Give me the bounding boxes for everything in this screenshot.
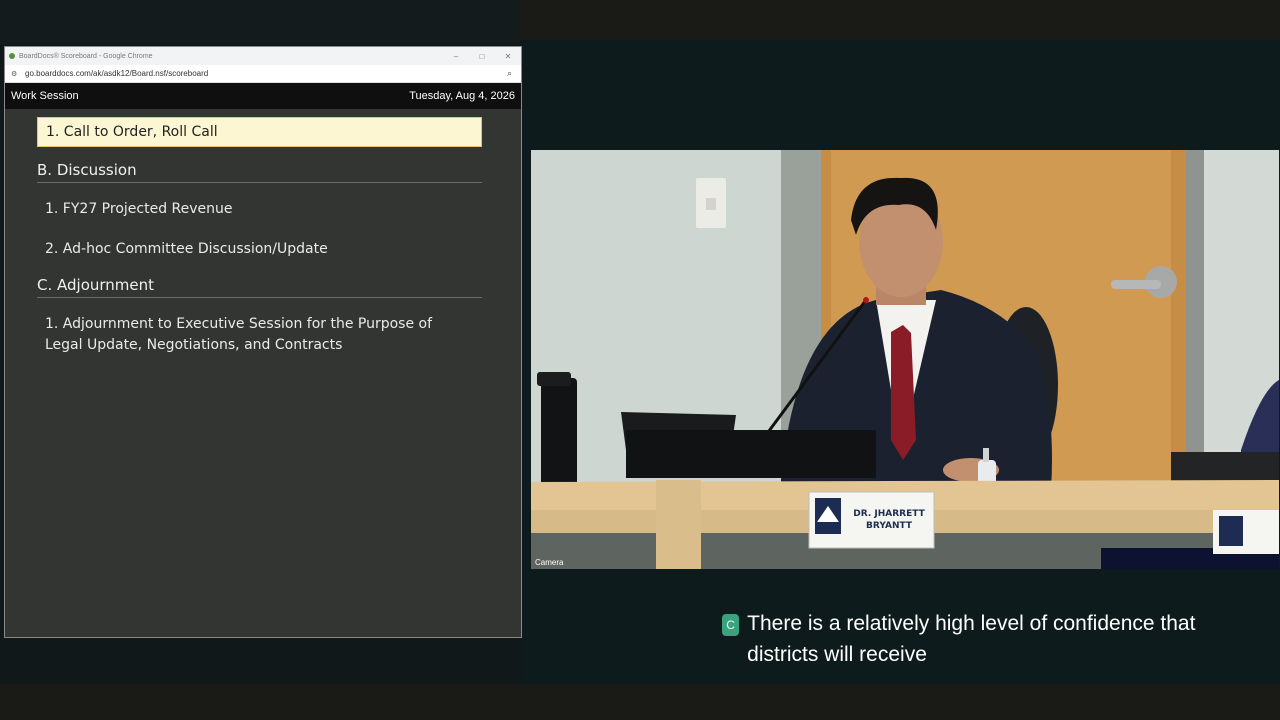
window-titlebar: BoardDocs® Scoreboard - Google Chrome – … (5, 47, 521, 65)
camera-label: Camera (535, 558, 564, 567)
live-caption: C There is a relatively high level of co… (722, 608, 1242, 670)
section-title-discussion: B. Discussion (37, 161, 482, 183)
site-info-icon[interactable]: ⚙ (11, 70, 19, 78)
caption-badge-icon: C (722, 614, 740, 636)
agenda-item[interactable]: 1. Adjournment to Executive Session for … (37, 314, 457, 356)
meeting-date: Tuesday, Aug 4, 2026 (409, 90, 515, 102)
camera-video: DR. JHARRETT BRYANTT Camera (531, 150, 1279, 569)
close-button[interactable]: ✕ (495, 52, 521, 61)
minimize-button[interactable]: – (443, 52, 469, 61)
agenda-item[interactable]: 1. FY27 Projected Revenue (37, 199, 457, 220)
agenda-list: 1. Call to Order, Roll Call B. Discussio… (5, 109, 521, 356)
browser-window: BoardDocs® Scoreboard - Google Chrome – … (4, 46, 522, 638)
current-agenda-item[interactable]: 1. Call to Order, Roll Call (37, 117, 482, 147)
agenda-item[interactable]: 2. Ad-hoc Committee Discussion/Update (37, 239, 457, 260)
top-band-right (520, 0, 1280, 40)
url-text[interactable]: go.boarddocs.com/ak/asdk12/Board.nsf/sco… (25, 69, 507, 78)
address-bar[interactable]: ⚙ go.boarddocs.com/ak/asdk12/Board.nsf/s… (5, 65, 521, 83)
zoom-icon[interactable]: ⌕ (507, 68, 521, 79)
boarddocs-favicon-icon (9, 53, 15, 59)
meeting-type: Work Session (11, 90, 79, 102)
nameplate-line2: BRYANTT (866, 521, 913, 531)
top-band (0, 0, 520, 44)
nameplate-line1: DR. JHARRETT (853, 509, 925, 519)
screen: BoardDocs® Scoreboard - Google Chrome – … (0, 0, 1280, 720)
caption-text: There is a relatively high level of conf… (747, 612, 1196, 666)
window-title: BoardDocs® Scoreboard - Google Chrome (19, 52, 153, 60)
bottom-band (0, 684, 1280, 720)
meeting-header: Work Session Tuesday, Aug 4, 2026 (5, 83, 521, 109)
maximize-button[interactable]: □ (469, 52, 495, 61)
video-frame: DR. JHARRETT BRYANTT (531, 150, 1279, 569)
section-title-adjournment: C. Adjournment (37, 276, 482, 298)
